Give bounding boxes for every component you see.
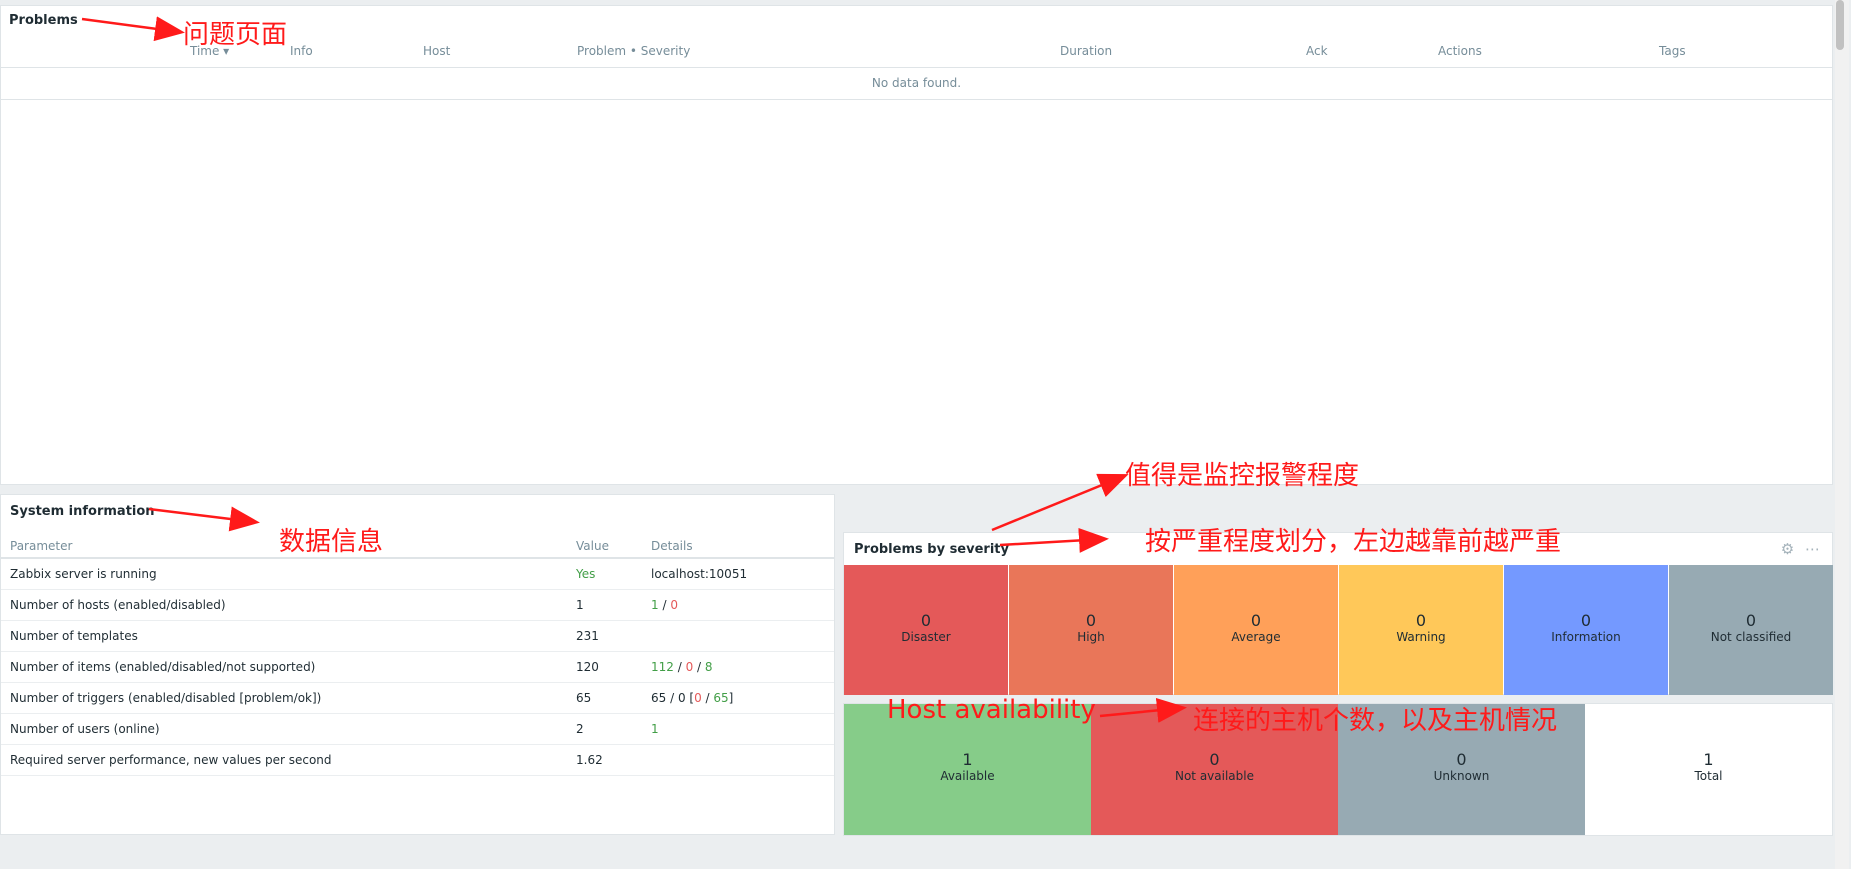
param: Zabbix server is running [10,567,157,581]
header-divider [1,67,1832,68]
col-tags: Tags [1659,44,1686,58]
annotation-problems-page: 问题页面 [183,20,288,50]
count: 0 [1209,750,1220,769]
table-row: Number of triggers (enabled/disabled [pr… [1,683,834,714]
col-problem-severity: Problem • Severity [577,44,691,58]
tile-total[interactable]: 1 Total [1585,704,1832,835]
value: 120 [576,660,599,674]
severity-title: Problems by severity [854,542,1009,557]
annotation-host-availability: Host availability [887,695,1096,725]
tile-not-classified[interactable]: 0 Not classified [1669,565,1833,695]
count: 0 [1250,611,1262,630]
problems-widget: Problems Time ▾ Info Host Problem • Seve… [0,5,1833,485]
count: 0 [920,611,932,630]
count: 1 [1703,750,1714,769]
label: Disaster [901,630,951,644]
label: Unknown [1433,769,1490,783]
tile-average[interactable]: 0 Average [1174,565,1338,695]
enabled-count: 1 [651,598,659,612]
detail: 65 / 0 [0 / 65] [651,691,734,705]
table-row: Zabbix server is running Yes localhost:1… [1,559,834,590]
count: 1 [962,750,973,769]
value: 2 [576,722,584,736]
value: 1 [576,598,584,612]
count: 0 [1415,611,1427,630]
param: Number of templates [10,629,138,643]
col-info: Info [290,44,313,58]
param: Required server performance, new values … [10,753,332,767]
label: High [1077,630,1105,644]
header-parameter: Parameter [10,539,73,553]
page-scrollbar[interactable] [1835,0,1849,869]
table-row: Number of items (enabled/disabled/not su… [1,652,834,683]
param: Number of items (enabled/disabled/not su… [10,660,316,674]
tile-high[interactable]: 0 High [1009,565,1173,695]
table-row: Required server performance, new values … [1,745,834,776]
no-data-message: No data found. [871,76,962,90]
value: 1.62 [576,753,603,767]
label: Not available [1174,769,1254,783]
header-details: Details [651,539,693,553]
enabled-count: 112 [651,660,674,674]
bracket-close: ] [728,691,734,705]
label: Total [1694,769,1723,783]
detail: localhost:10051 [651,567,748,581]
col-ack: Ack [1306,44,1328,58]
annotation-data-info: 数据信息 [279,527,384,557]
param: Number of hosts (enabled/disabled) [10,598,226,612]
problem-count: 0 [694,691,702,705]
row-divider [1,99,1832,100]
value: 231 [576,629,599,643]
ok-count: 65 [713,691,729,705]
label: Available [940,769,995,783]
more-icon[interactable]: ⋯ [1805,540,1820,558]
label: Warning [1396,630,1446,644]
col-duration: Duration [1060,44,1113,58]
header-value: Value [576,539,609,553]
system-info-title: System information [10,504,155,519]
value: Yes [576,567,596,581]
detail: 1 / 0 [651,598,678,612]
system-info-header: Parameter Value Details [1,535,834,559]
label: Information [1551,630,1621,644]
problems-title: Problems [9,13,78,28]
label: Not classified [1710,630,1792,644]
tile-warning[interactable]: 0 Warning [1339,565,1503,695]
table-row: Number of hosts (enabled/disabled) 1 1 /… [1,590,834,621]
disabled-count: 0 [670,598,678,612]
annotation-host-note: 连接的主机个数，以及主机情况 [1193,706,1558,736]
count: 0 [1580,611,1592,630]
online-count: 1 [651,722,659,736]
table-row: Number of users (online) 2 1 [1,714,834,745]
system-info-widget: System information Parameter Value Detai… [0,494,835,835]
count: 0 [1085,611,1097,630]
label: Average [1231,630,1281,644]
tile-information[interactable]: 0 Information [1504,565,1668,695]
col-host: Host [423,44,451,58]
detail: 112 / 0 / 8 [651,660,713,674]
value: 65 [576,691,592,705]
trigger-summary: 65 / 0 [ [651,691,695,705]
annotation-alert-degree: 值得是监控报警程度 [1125,461,1360,491]
col-actions: Actions [1438,44,1482,58]
gear-icon[interactable]: ⚙ [1781,540,1794,558]
count: 0 [1456,750,1467,769]
param: Number of triggers (enabled/disabled [pr… [10,691,322,705]
scrollbar-thumb[interactable] [1836,0,1844,50]
table-row: Number of templates 231 [1,621,834,652]
param: Number of users (online) [10,722,160,736]
tile-disaster[interactable]: 0 Disaster [844,565,1008,695]
not-supported-count: 8 [704,660,713,674]
count: 0 [1745,611,1757,630]
disabled-count: 0 [685,660,694,674]
annotation-severity-note: 按严重程度划分，左边越靠前越严重 [1145,527,1562,557]
